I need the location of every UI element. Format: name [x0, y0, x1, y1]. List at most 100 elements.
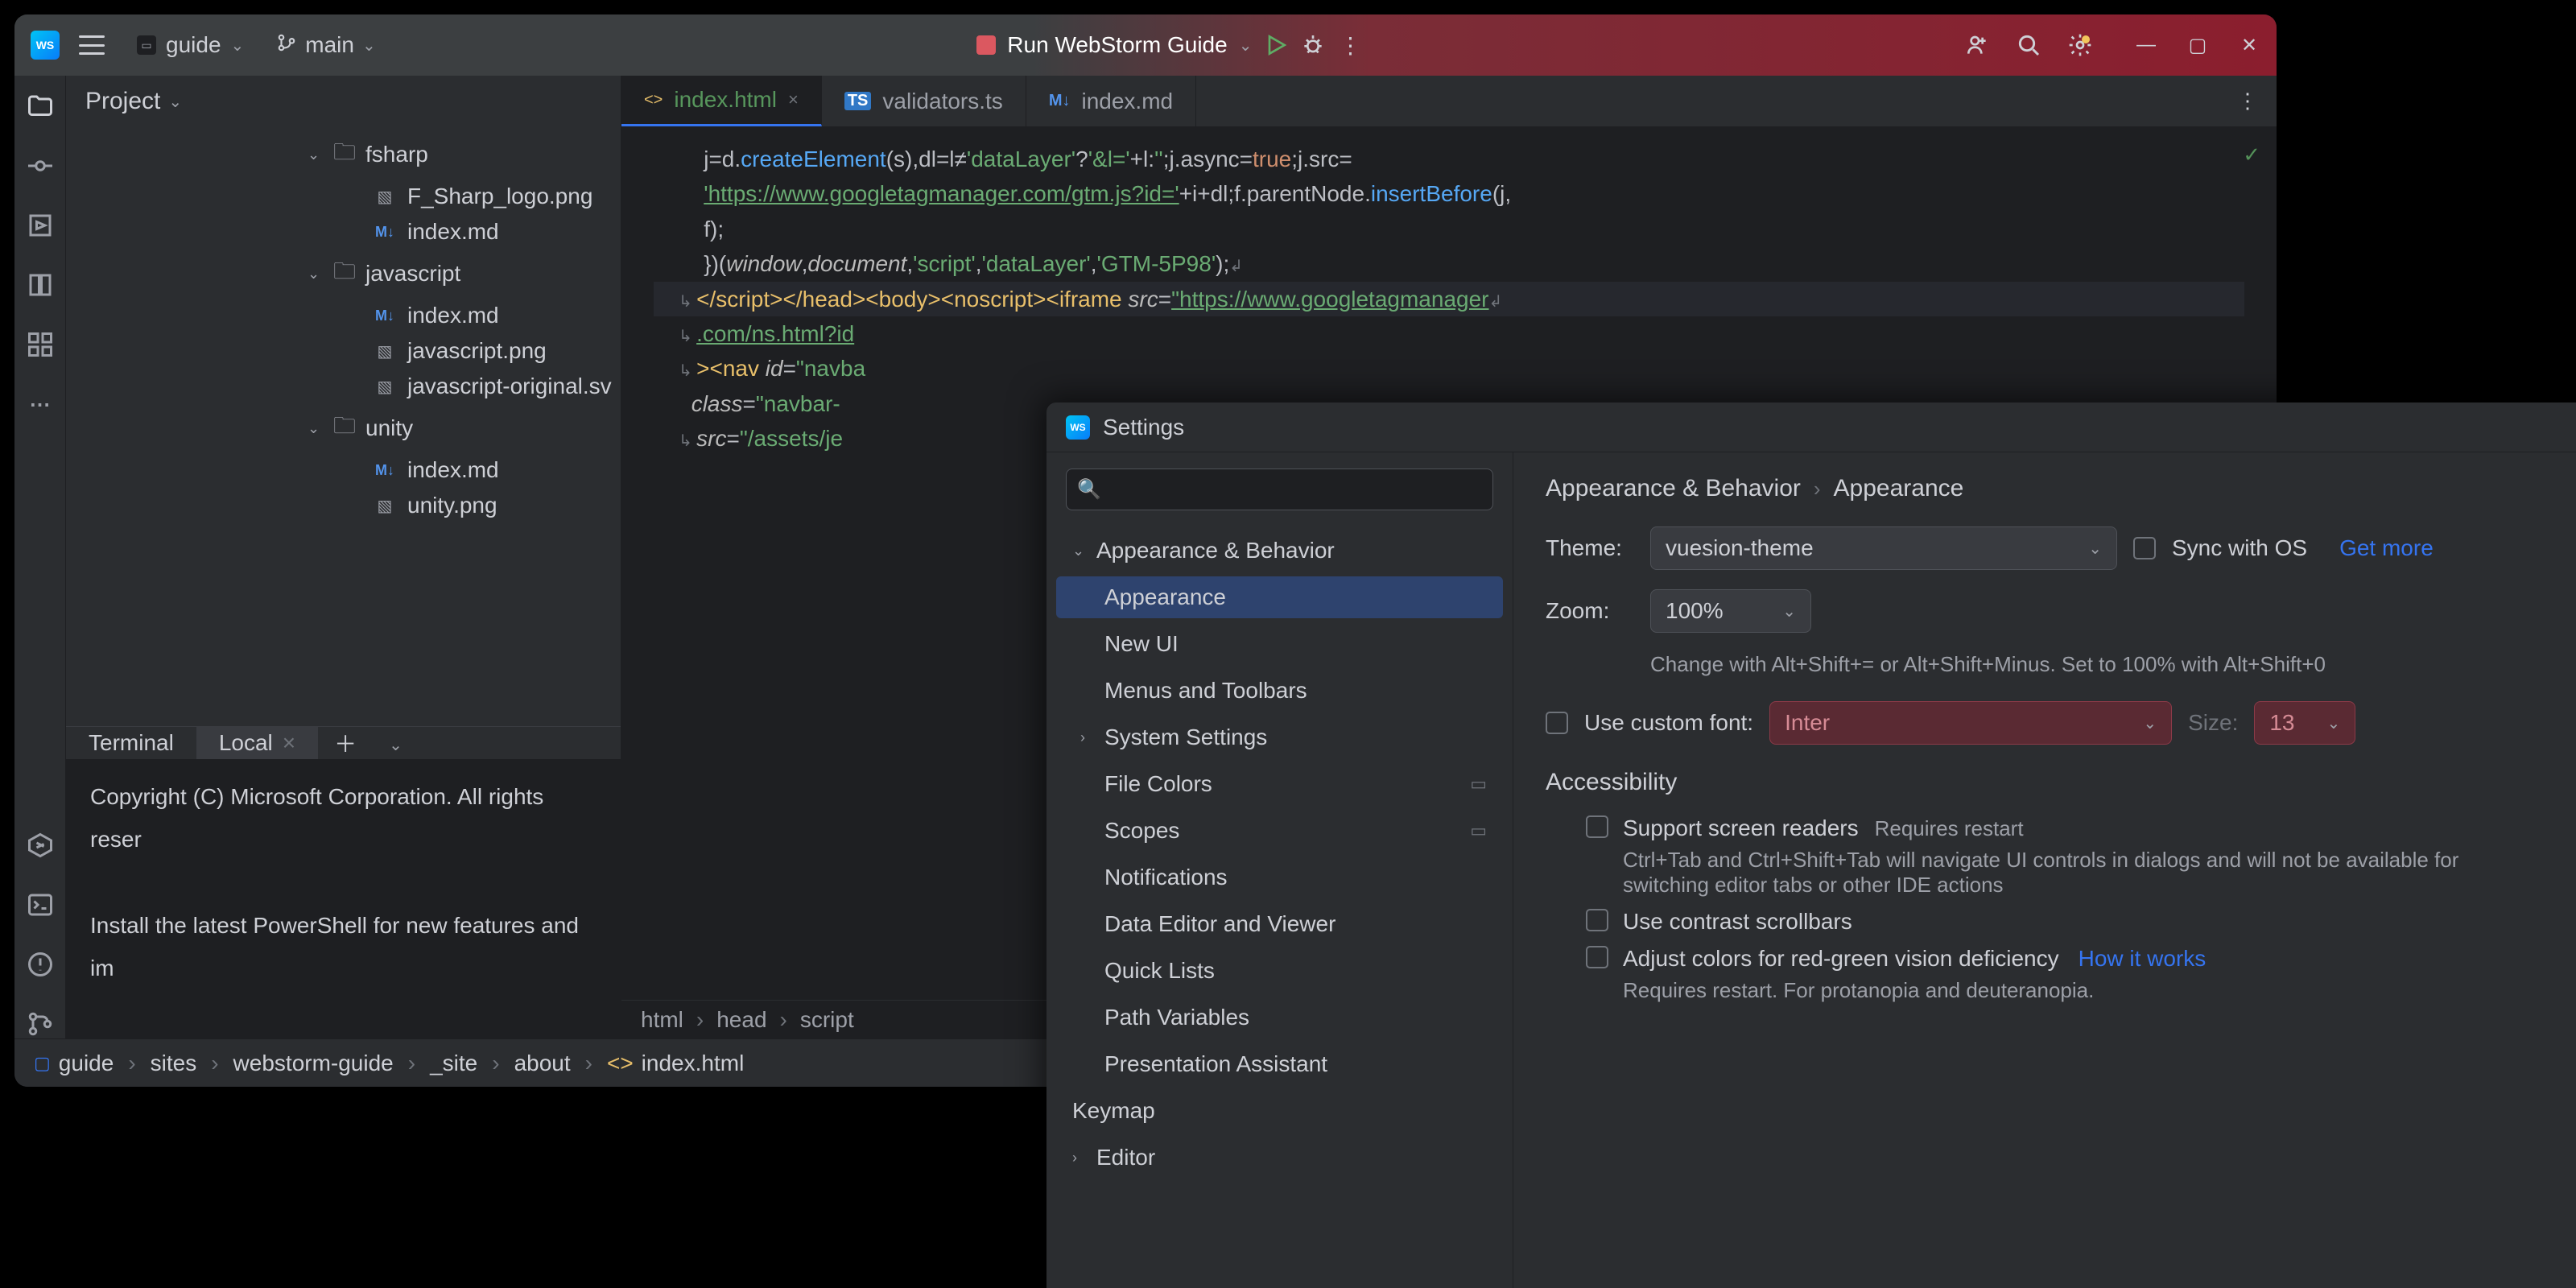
run-tool-button[interactable]	[26, 211, 55, 240]
nav-file-colors[interactable]: File Colors▭	[1056, 763, 1503, 805]
terminal-dropdown-button[interactable]: ⌄	[373, 730, 419, 756]
editor-tab-index-html[interactable]: <> index.html ×	[621, 76, 822, 126]
nav-menus-toolbars[interactable]: Menus and Toolbars	[1056, 670, 1503, 712]
how-it-works-link[interactable]: How it works	[2079, 946, 2207, 971]
nav-new-ui[interactable]: New UI	[1056, 623, 1503, 665]
breadcrumb-item[interactable]: html	[641, 1007, 683, 1033]
run-button[interactable]	[1263, 32, 1289, 58]
run-configuration-selector[interactable]: Run WebStorm Guide ⌄	[976, 32, 1252, 58]
settings-button[interactable]	[2067, 32, 2093, 58]
tree-folder[interactable]: ⌄🗀unity	[66, 404, 621, 452]
problems-tool-button[interactable]	[26, 950, 55, 979]
theme-select[interactable]: vuesion-theme⌄	[1650, 526, 2117, 570]
file-name: index.md	[407, 303, 499, 328]
tree-file[interactable]: ▧javascript.png	[66, 333, 621, 369]
terminal-output[interactable]: Copyright (C) Microsoft Corporation. All…	[66, 759, 621, 1087]
use-custom-font-checkbox[interactable]	[1546, 712, 1568, 734]
nav-presentation-assistant[interactable]: Presentation Assistant	[1056, 1043, 1503, 1085]
folder-name: unity	[365, 415, 413, 441]
close-icon[interactable]: ×	[283, 730, 295, 756]
chevron-down-icon: ⌄	[308, 420, 324, 437]
nav-path-variables[interactable]: Path Variables	[1056, 997, 1503, 1038]
nav-item[interactable]: webstorm-guide	[233, 1051, 394, 1076]
tree-file[interactable]: ▧unity.png	[66, 488, 621, 523]
nav-item[interactable]: _site	[430, 1051, 477, 1076]
project-selector[interactable]: ▭ guide ⌄	[124, 26, 257, 64]
folder-icon: 🗀	[333, 135, 356, 174]
nav-quick-lists[interactable]: Quick Lists	[1056, 950, 1503, 992]
settings-search-input[interactable]	[1066, 469, 1493, 510]
nav-data-editor[interactable]: Data Editor and Viewer	[1056, 903, 1503, 945]
tree-folder[interactable]: ⌄🗀fsharp	[66, 130, 621, 179]
close-button[interactable]: ✕	[2238, 34, 2260, 56]
commit-tool-button[interactable]	[26, 151, 55, 180]
nav-notifications[interactable]: Notifications	[1056, 857, 1503, 898]
nav-appearance[interactable]: Appearance	[1056, 576, 1503, 618]
code-line: ↳.com/ns.html?id	[654, 316, 2244, 351]
tree-file[interactable]: ▧javascript-original.sv	[66, 369, 621, 404]
chevron-down-icon: ⌄	[1782, 601, 1796, 621]
more-actions-button[interactable]: ⋮	[1337, 32, 1363, 58]
breadcrumb-item[interactable]: head	[716, 1007, 766, 1033]
tree-file[interactable]: ▧F_Sharp_logo.png	[66, 179, 621, 214]
font-size-select[interactable]: 13⌄	[2254, 701, 2355, 745]
structure-tool-button[interactable]	[26, 330, 55, 359]
nav-editor[interactable]: ›Editor	[1056, 1137, 1503, 1179]
project-tool-button[interactable]	[26, 92, 55, 121]
nav-item[interactable]: <>index.html	[607, 1051, 744, 1076]
zoom-select[interactable]: 100%⌄	[1650, 589, 1811, 633]
color-deficiency-label: Adjust colors for red-green vision defic…	[1623, 946, 2059, 971]
chevron-down-icon: ⌄	[231, 35, 245, 56]
sync-with-os-checkbox[interactable]	[2133, 537, 2156, 559]
contrast-scrollbars-checkbox[interactable]	[1586, 909, 1608, 931]
close-icon[interactable]: ×	[788, 89, 799, 110]
terminal-tab-local[interactable]: Local×	[196, 727, 318, 759]
settings-body: 🔍 ⌄Appearance & Behavior Appearance New …	[1046, 452, 2576, 1288]
bookmarks-tool-button[interactable]	[26, 270, 55, 299]
new-terminal-button[interactable]: ＋	[318, 727, 373, 759]
terminal-tool-button[interactable]	[26, 890, 55, 919]
code-line: f);	[654, 212, 2244, 246]
custom-font-row: Use custom font: Inter⌄ Size: 13⌄	[1546, 701, 2544, 745]
nav-separator: ›	[408, 1051, 415, 1076]
crumb-item[interactable]: Appearance & Behavior	[1546, 475, 1801, 502]
debug-button[interactable]	[1300, 32, 1326, 58]
chevron-right-icon: ›	[1814, 477, 1821, 502]
project-tree[interactable]: ⌄🗀fsharp ▧F_Sharp_logo.png M↓index.md ⌄🗀…	[66, 127, 621, 726]
editor-tab-index-md[interactable]: M↓ index.md	[1026, 76, 1196, 126]
tree-file[interactable]: M↓index.md	[66, 214, 621, 250]
minimize-button[interactable]: —	[2135, 34, 2157, 56]
nav-item[interactable]: sites	[151, 1051, 197, 1076]
editor-tab-validators-ts[interactable]: TS validators.ts	[822, 76, 1026, 126]
tree-file[interactable]: M↓ index.md	[66, 298, 621, 333]
search-everywhere-button[interactable]	[2016, 32, 2041, 58]
nav-item[interactable]: ▢guide	[34, 1051, 114, 1076]
editor-more-button[interactable]: ⋮	[2235, 89, 2260, 114]
tree-folder[interactable]: ⌄🗀javascript	[66, 250, 621, 298]
markdown-file-icon: M↓	[372, 308, 398, 324]
get-more-themes-link[interactable]: Get more	[2339, 535, 2434, 561]
file-name: index.md	[407, 457, 499, 483]
code-with-me-button[interactable]	[1964, 32, 1990, 58]
nav-item[interactable]: about	[514, 1051, 571, 1076]
main-menu-button[interactable]	[79, 35, 105, 55]
color-deficiency-checkbox[interactable]	[1586, 946, 1608, 968]
requires-restart-hint: Requires restart	[1875, 816, 2024, 840]
screen-readers-checkbox[interactable]	[1586, 815, 1608, 838]
project-panel-header[interactable]: Project ⌄	[66, 76, 621, 127]
services-tool-button[interactable]	[26, 831, 55, 860]
maximize-button[interactable]: ▢	[2186, 34, 2209, 56]
zoom-label: Zoom:	[1546, 598, 1634, 624]
color-deficiency-hint: Requires restart. For protanopia and deu…	[1623, 978, 2206, 1003]
nav-system-settings[interactable]: ›System Settings	[1056, 716, 1503, 758]
breadcrumb-item[interactable]: script	[800, 1007, 854, 1033]
nav-keymap[interactable]: Keymap	[1056, 1090, 1503, 1132]
nav-scopes[interactable]: Scopes▭	[1056, 810, 1503, 852]
font-select[interactable]: Inter⌄	[1769, 701, 2172, 745]
nav-appearance-behavior[interactable]: ⌄Appearance & Behavior	[1056, 530, 1503, 572]
git-tool-button[interactable]	[26, 1009, 55, 1038]
tree-file[interactable]: M↓index.md	[66, 452, 621, 488]
more-tools-button[interactable]: ⋯	[26, 390, 55, 419]
terminal-tab-title[interactable]: Terminal	[66, 727, 196, 759]
vcs-branch-selector[interactable]: main ⌄	[276, 32, 375, 59]
